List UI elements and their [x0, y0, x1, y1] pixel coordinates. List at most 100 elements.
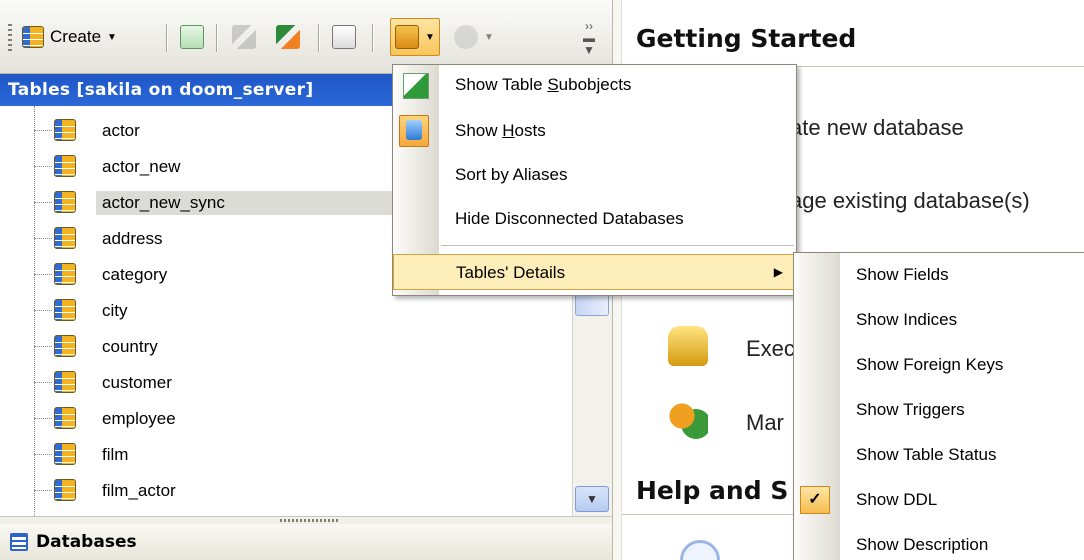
tree-item-label: address	[102, 229, 163, 248]
menu-item-label: Show Description	[856, 535, 989, 554]
menu-item-show-ddl[interactable]: ✓ Show DDL	[794, 482, 1084, 518]
toolbar-separator	[318, 24, 319, 52]
menu-item-label: Hide Disconnected Databases	[455, 209, 684, 228]
menu-item-show-fields[interactable]: Show Fields	[794, 257, 1084, 293]
label-part: ubobjects	[558, 75, 632, 94]
tree-item-label: country	[102, 337, 158, 356]
create-database-link[interactable]: ate new database	[790, 115, 964, 141]
tree-item-employee[interactable]: employee	[0, 400, 572, 436]
tree-item-film-actor[interactable]: film_actor	[0, 472, 572, 508]
tree-connector	[34, 274, 52, 275]
tables-details-submenu: Show Fields Show Indices Show Foreign Keys…	[793, 252, 1084, 560]
menu-item-show-indices[interactable]: Show Indices	[794, 302, 1084, 338]
toolbar-separator	[372, 24, 373, 52]
accelerator-key: S	[547, 75, 559, 94]
table-icon	[54, 227, 76, 249]
menu-item-label: Show Hosts	[455, 121, 546, 141]
table-icon	[54, 299, 76, 321]
properties-button[interactable]	[328, 18, 360, 56]
menu-item-label: Show Foreign Keys	[856, 355, 1004, 374]
table-icon	[54, 191, 76, 213]
menu-item-label: Show DDL	[856, 490, 938, 509]
table-icon	[54, 479, 76, 501]
execute-link[interactable]: Exec	[746, 336, 795, 362]
menu-item-tables-details[interactable]: Tables' Details ▶	[393, 254, 796, 290]
tree-item-label: customer	[102, 373, 172, 392]
tree-item-film[interactable]: film	[0, 436, 572, 472]
menu-item-label: Show Table Status	[856, 445, 997, 464]
tree-connector	[34, 130, 52, 131]
submenu-arrow-icon: ▶	[773, 265, 783, 279]
checkmark-icon: ✓	[800, 486, 830, 514]
database-tree-icon	[10, 533, 28, 551]
menu-item-show-hosts[interactable]: Show Hosts	[393, 113, 796, 149]
menu-item-label: Show Fields	[856, 265, 949, 284]
tree-connector	[34, 346, 52, 347]
tree-connector	[34, 238, 52, 239]
connect-button[interactable]	[272, 18, 304, 56]
menu-item-show-foreign-keys[interactable]: Show Foreign Keys	[794, 347, 1084, 383]
connect-icon	[276, 25, 300, 49]
label-part: Show	[455, 121, 503, 140]
scroll-down-button[interactable]: ▼	[575, 486, 609, 512]
toolbar-separator	[166, 24, 167, 52]
chevron-down-icon: ▼	[107, 31, 117, 43]
view-options-button[interactable]: ▼	[390, 18, 440, 56]
tree-item-label: actor_new_sync	[96, 191, 396, 215]
table-icon	[54, 119, 76, 141]
menu-item-show-table-status[interactable]: Show Table Status	[794, 437, 1084, 473]
menu-item-sort-by-aliases[interactable]: Sort by Aliases	[393, 157, 796, 193]
chevron-down-icon: ▼	[484, 31, 494, 43]
hosts-icon	[399, 115, 429, 147]
tree-item-country[interactable]: country	[0, 328, 572, 364]
table-icon	[54, 263, 76, 285]
toolbar-grip[interactable]	[8, 24, 12, 52]
tree-connector	[34, 382, 52, 383]
gauge-icon	[454, 25, 478, 49]
properties-icon	[332, 25, 356, 49]
tree-item-label: film	[102, 445, 129, 464]
manage-link[interactable]: Mar	[746, 410, 784, 436]
refresh-button[interactable]	[176, 18, 208, 56]
toolbar-overflow-icon[interactable]: ›› ▬ ▼	[582, 20, 596, 56]
menu-separator	[441, 245, 794, 246]
table-icon	[54, 407, 76, 429]
menu-item-hide-disconnected[interactable]: Hide Disconnected Databases	[393, 201, 796, 237]
menu-item-label: Sort by Aliases	[455, 165, 568, 184]
help-heading: Help and S	[636, 476, 789, 505]
splitter-grip	[280, 519, 340, 522]
tree-item-label: actor	[102, 121, 140, 140]
subobjects-icon	[403, 73, 429, 99]
extra-button[interactable]: ▼	[450, 18, 498, 56]
menu-item-show-description[interactable]: Show Description	[794, 527, 1084, 560]
databases-panel-header[interactable]: Databases	[0, 524, 612, 560]
view-options-icon	[395, 25, 419, 49]
label-part: osts	[514, 121, 546, 140]
tree-connector	[34, 490, 52, 491]
view-options-menu: Show Table Subobjects Show Hosts Sort by…	[392, 64, 797, 296]
tree-item-label: film_actor	[102, 481, 176, 500]
manage-database-link[interactable]: age existing database(s)	[790, 188, 1030, 214]
table-icon	[54, 335, 76, 357]
tree-connector	[34, 166, 52, 167]
menu-item-label: Show Table Subobjects	[455, 75, 631, 95]
manage-users-icon	[668, 400, 708, 440]
refresh-icon	[180, 25, 204, 49]
tree-connector	[34, 454, 52, 455]
toolbar: Create ▼ ▼ ▼ ›› ▬ ▼	[0, 0, 612, 74]
tree-item-city[interactable]: city	[0, 292, 572, 328]
menu-item-show-triggers[interactable]: Show Triggers	[794, 392, 1084, 428]
disconnect-button[interactable]	[228, 18, 260, 56]
app-window: Create ▼ ▼ ▼ ›› ▬ ▼ Tables [sakila on doom…	[0, 0, 1084, 560]
tree-connector	[34, 202, 52, 203]
create-button[interactable]: Create ▼	[18, 18, 121, 56]
menu-item-show-table-subobjects[interactable]: Show Table Subobjects	[393, 67, 796, 103]
toolbar-separator	[216, 24, 217, 52]
tree-item-label: employee	[102, 409, 176, 428]
accelerator-key: H	[502, 121, 515, 140]
tree-connector	[34, 418, 52, 419]
panel-splitter[interactable]	[0, 516, 612, 524]
tree-item-label: category	[102, 265, 168, 284]
tree-item-customer[interactable]: customer	[0, 364, 572, 400]
table-icon	[54, 443, 76, 465]
